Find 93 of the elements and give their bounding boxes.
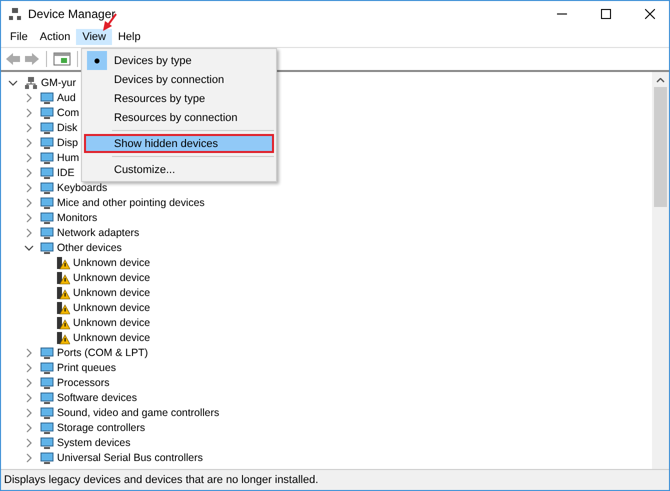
expand-chevron-icon[interactable] [24, 182, 34, 192]
expand-chevron-icon[interactable] [24, 408, 34, 418]
expand-chevron-icon[interactable] [24, 152, 34, 162]
tree-item[interactable]: Processors [57, 376, 110, 388]
collapse-chevron-icon[interactable] [24, 242, 34, 252]
app-icon [8, 7, 22, 21]
menu-item[interactable]: Help [112, 29, 147, 45]
warning-device-icon [56, 286, 70, 300]
expand-chevron-icon[interactable] [24, 198, 34, 208]
warning-device-icon [56, 270, 70, 284]
scroll-up-icon[interactable] [656, 78, 665, 83]
tree-item[interactable]: Unknown device [73, 272, 150, 284]
expand-chevron-icon[interactable] [24, 228, 34, 238]
device-icon [40, 420, 54, 434]
collapse-chevron-icon[interactable] [8, 78, 18, 88]
device-icon [40, 450, 54, 464]
device-icon [40, 120, 54, 134]
minimize-icon [557, 13, 567, 15]
warning-device-icon [56, 330, 70, 344]
tree-item[interactable]: Network adapters [57, 226, 140, 238]
expand-chevron-icon[interactable] [24, 422, 34, 432]
tree-item[interactable]: Mice and other pointing devices [57, 196, 205, 208]
device-icon [40, 150, 54, 164]
expand-chevron-icon[interactable] [24, 108, 34, 118]
device-icon [40, 390, 54, 404]
tree-item[interactable]: GM-yur [41, 76, 76, 88]
device-icon [40, 180, 54, 194]
forward-icon[interactable] [24, 52, 40, 66]
tree-item[interactable]: Unknown device [73, 256, 150, 268]
warning-device-icon [56, 300, 70, 314]
expand-chevron-icon[interactable] [24, 138, 34, 148]
tree-item[interactable]: Unknown device [73, 286, 150, 298]
tree-item[interactable]: Other devices [57, 242, 122, 254]
device-icon [40, 240, 54, 254]
tree-item[interactable]: Aud [57, 92, 76, 104]
maximize-icon [601, 9, 611, 19]
device-icon [40, 360, 54, 374]
expand-chevron-icon[interactable] [24, 438, 34, 448]
menu-option[interactable]: Customize... [84, 160, 274, 179]
tree-item[interactable]: Storage controllers [57, 422, 146, 434]
expand-chevron-icon[interactable] [24, 392, 34, 402]
tree-item[interactable]: Disp [57, 136, 78, 148]
expand-chevron-icon[interactable] [24, 212, 34, 222]
expand-chevron-icon[interactable] [24, 362, 34, 372]
menu-option[interactable]: Devices by type [84, 51, 274, 70]
tree-item[interactable]: Ports (COM & LPT) [57, 346, 148, 358]
device-icon [40, 226, 54, 240]
device-icon [40, 346, 54, 360]
device-icon [40, 90, 54, 104]
device-icon [40, 136, 54, 150]
tree-item[interactable]: Sound, video and game controllers [57, 406, 220, 418]
expand-chevron-icon[interactable] [24, 122, 34, 132]
device-icon [40, 376, 54, 390]
tree-item[interactable]: Monitors [57, 212, 98, 224]
expand-chevron-icon[interactable] [24, 378, 34, 388]
device-icon [40, 210, 54, 224]
expand-chevron-icon[interactable] [24, 92, 34, 102]
back-icon[interactable] [5, 52, 21, 66]
tree-item[interactable]: Software devices [57, 392, 137, 404]
tree-item[interactable]: Universal Serial Bus controllers [57, 452, 203, 464]
tree-item[interactable]: IDE [57, 166, 75, 178]
device-icon [40, 106, 54, 120]
tree-item[interactable]: Com [57, 106, 80, 118]
computer-network-icon [24, 76, 38, 90]
menu-option[interactable]: Resources by connection [84, 108, 274, 127]
menu-option[interactable]: Show hidden devices [84, 134, 274, 153]
menu-item[interactable]: File [4, 29, 34, 45]
tree-item[interactable]: Keyboards [57, 182, 108, 194]
tree-item[interactable]: Unknown device [73, 302, 150, 314]
scrollbar-thumb[interactable] [654, 87, 667, 207]
expand-chevron-icon[interactable] [24, 452, 34, 462]
properties-icon[interactable] [53, 52, 71, 66]
menu-option[interactable]: Devices by connection [84, 70, 274, 89]
expand-chevron-icon[interactable] [24, 168, 34, 178]
tree-item[interactable]: Unknown device [73, 316, 150, 328]
menu-item[interactable]: View [76, 29, 112, 45]
warning-device-icon [56, 256, 70, 270]
device-icon [40, 436, 54, 450]
tree-item[interactable]: System devices [57, 436, 131, 448]
status-bar: Displays legacy devices and devices that are no longer installed. [1, 469, 669, 490]
tree-item[interactable]: Unknown device [73, 332, 150, 344]
menu-option[interactable]: Resources by type [84, 89, 274, 108]
tree-item[interactable]: Hum [57, 152, 80, 164]
device-icon [40, 196, 54, 210]
tree-item[interactable]: Disk [57, 122, 78, 134]
device-icon [40, 406, 54, 420]
warning-device-icon [56, 316, 70, 330]
expand-chevron-icon[interactable] [24, 348, 34, 358]
tree-item[interactable]: Print queues [57, 362, 116, 374]
window-title: Device Manager [28, 7, 116, 21]
menu-item[interactable]: Action [34, 29, 76, 45]
device-icon [40, 166, 54, 180]
close-icon [645, 9, 655, 19]
